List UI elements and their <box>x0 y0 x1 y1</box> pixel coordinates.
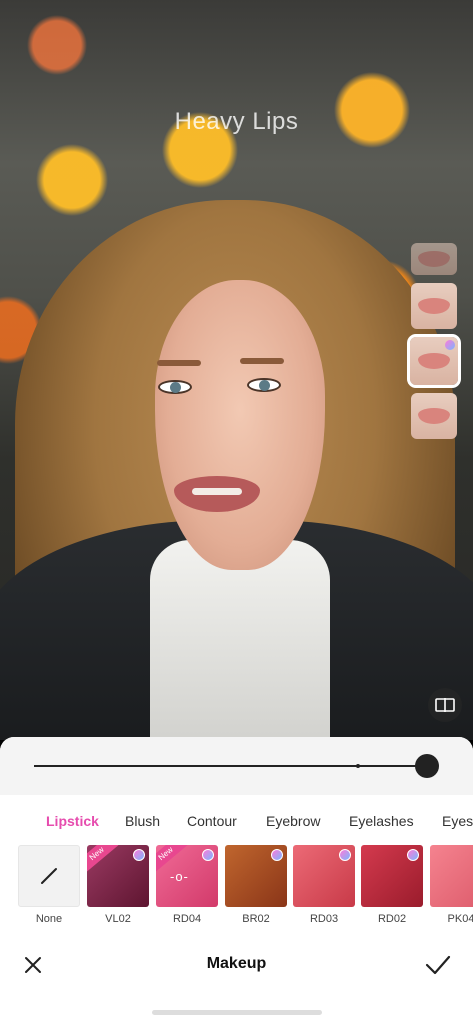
lip-icon <box>418 298 450 314</box>
slash-icon <box>41 868 57 884</box>
swatch-tile <box>225 845 287 907</box>
tab-lipstick[interactable]: Lipstick <box>46 813 99 829</box>
swatch-vl02[interactable]: New VL02 <box>87 845 149 925</box>
lip-icon <box>418 408 450 424</box>
style-thumb-1[interactable] <box>411 243 457 275</box>
tab-contour[interactable]: Contour <box>187 813 237 829</box>
face <box>155 280 325 570</box>
swatch-tile: New -o- <box>156 845 218 907</box>
slider-knob[interactable] <box>415 754 439 778</box>
swatch-br02[interactable]: BR02 <box>225 845 287 925</box>
swatch-label: None <box>35 913 63 925</box>
swatch-label: PK04 <box>447 913 473 925</box>
swatch-label: VL02 <box>105 913 131 925</box>
apply-button[interactable] <box>424 953 452 977</box>
swatch-label: RD02 <box>377 913 407 925</box>
left-eyebrow <box>157 360 201 366</box>
premium-badge-icon <box>202 849 214 861</box>
tab-eyelashes[interactable]: Eyelashes <box>349 813 414 829</box>
right-eyebrow <box>240 358 284 364</box>
left-eye <box>158 380 192 394</box>
swatch-rd02[interactable]: RD02 <box>361 845 423 925</box>
new-badge: New <box>87 845 119 874</box>
compare-button[interactable] <box>428 688 462 722</box>
tab-eyebrow[interactable]: Eyebrow <box>266 813 320 829</box>
swatch-rd04[interactable]: New -o- RD04 <box>156 845 218 925</box>
slider-track[interactable] <box>34 765 426 767</box>
premium-badge-icon <box>407 849 419 861</box>
swatch-tile: New <box>87 845 149 907</box>
intensity-slider[interactable] <box>0 737 473 795</box>
swatch-none[interactable]: None <box>18 845 80 925</box>
slider-default-tick <box>356 764 360 768</box>
lip-icon <box>418 251 450 267</box>
sweater <box>150 540 330 740</box>
checkmark-icon <box>425 955 451 975</box>
swatch-pk04[interactable]: PK04 <box>430 845 473 925</box>
premium-badge-icon <box>339 849 351 861</box>
style-thumb-4[interactable] <box>411 393 457 439</box>
compare-icon <box>435 698 455 712</box>
swatch-rd03[interactable]: RD03 <box>293 845 355 925</box>
color-swatch-list: None New VL02 New -o- RD04 BR02 RD03 RD0… <box>0 845 473 925</box>
premium-badge-icon <box>445 340 455 350</box>
tab-eyes[interactable]: Eyes <box>442 813 473 829</box>
style-thumb-2[interactable] <box>411 283 457 329</box>
swatch-label: RD03 <box>309 913 339 925</box>
look-title: Heavy Lips <box>174 108 299 135</box>
category-tabs: Lipstick Blush Contour Eyebrow Eyelashes… <box>0 813 473 837</box>
swatch-label: RD04 <box>172 913 202 925</box>
lip-icon <box>418 353 450 369</box>
look-style-strip <box>407 243 461 447</box>
premium-badge-icon <box>133 849 145 861</box>
bottom-bar: Makeup <box>0 945 473 985</box>
swatch-tile <box>430 845 473 907</box>
swatch-tile <box>18 845 80 907</box>
photo-canvas[interactable]: Heavy Lips <box>0 0 473 740</box>
home-indicator <box>152 1010 322 1015</box>
swatch-label: BR02 <box>242 913 270 925</box>
swatch-tile <box>361 845 423 907</box>
premium-badge-icon <box>271 849 283 861</box>
swatch-tile <box>293 845 355 907</box>
makeup-panel: Lipstick Blush Contour Eyebrow Eyelashes… <box>0 737 473 1024</box>
style-thumb-3[interactable] <box>407 334 461 388</box>
selected-indicator: -o- <box>170 869 189 884</box>
right-eye <box>247 378 281 392</box>
panel-title: Makeup <box>206 955 267 972</box>
tab-blush[interactable]: Blush <box>125 813 160 829</box>
